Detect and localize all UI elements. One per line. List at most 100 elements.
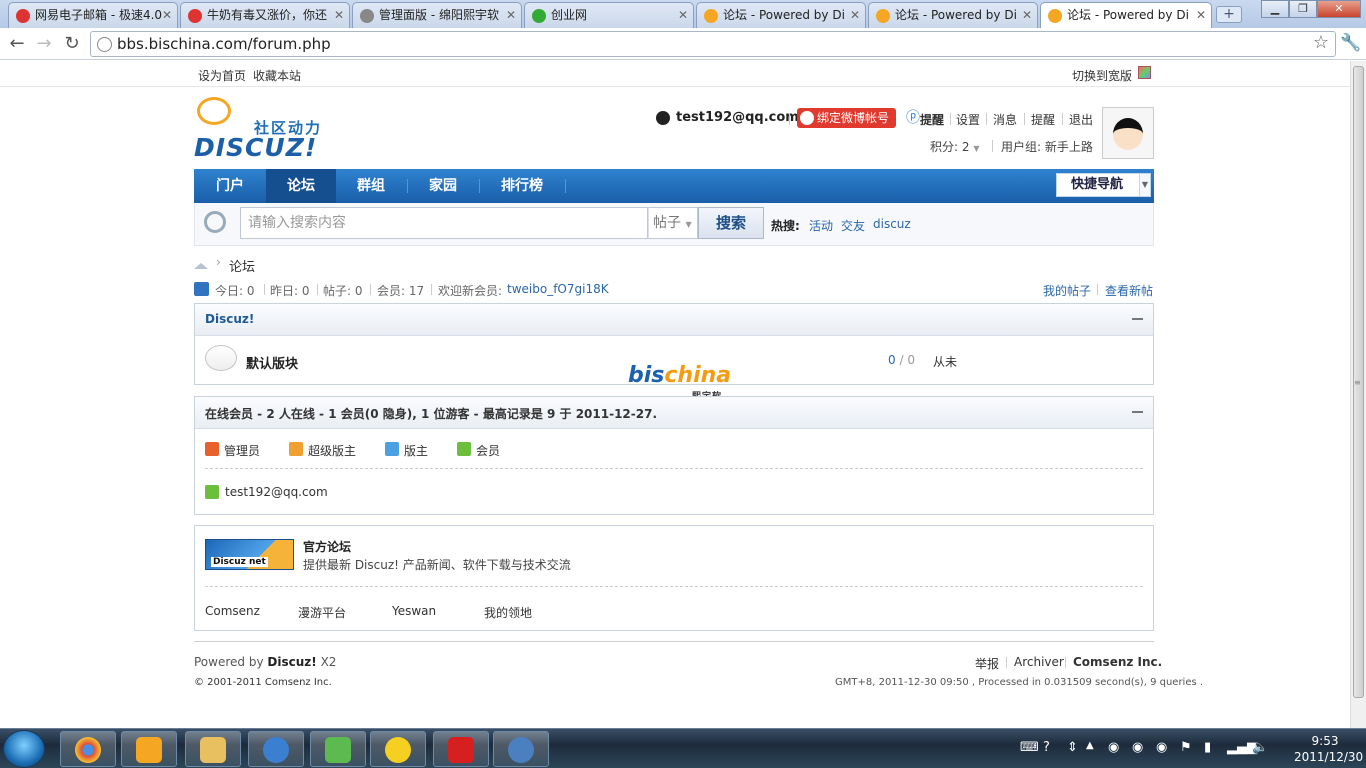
settings-link[interactable]: 设置 bbox=[956, 111, 980, 128]
search-input[interactable]: 请输入搜索内容 bbox=[240, 207, 648, 239]
qq-tray-icon[interactable]: ◉ bbox=[1132, 740, 1143, 755]
online-user-link[interactable]: test192@qq.com bbox=[225, 485, 328, 499]
user-group-link[interactable]: 用户组: 新手上路 bbox=[1001, 138, 1093, 155]
logout-link[interactable]: 退出 bbox=[1069, 111, 1093, 128]
help-icon[interactable]: ? bbox=[1043, 740, 1050, 755]
close-window-button[interactable]: ✕ bbox=[1317, 0, 1361, 18]
newest-member-link[interactable]: tweibo_fO7gi18K bbox=[507, 282, 609, 296]
tab-close-icon[interactable]: ✕ bbox=[162, 3, 172, 27]
site-logo[interactable]: 社区动力 DISCUZ! bbox=[194, 95, 334, 163]
new-tab-button[interactable]: + bbox=[1216, 6, 1242, 23]
tab-close-icon[interactable]: ✕ bbox=[678, 3, 688, 27]
keyboard-icon[interactable]: ⌨ bbox=[1020, 740, 1039, 755]
url-text[interactable]: bbs.bischina.com/forum.php bbox=[117, 35, 331, 53]
quick-nav-button[interactable]: 快捷导航 ▼ bbox=[1056, 173, 1151, 197]
bookmark-site-link[interactable]: 收藏本站 bbox=[253, 67, 301, 84]
taskbar-app[interactable] bbox=[248, 731, 304, 767]
report-link[interactable]: 举报 bbox=[975, 655, 999, 672]
maximize-button[interactable]: ❐ bbox=[1289, 0, 1317, 18]
browser-tab[interactable]: 网易电子邮箱 - 极速4.0 ✕ bbox=[8, 2, 178, 28]
friend-link[interactable]: Yeswan bbox=[392, 604, 436, 618]
hot-search-link[interactable]: 活动 bbox=[809, 217, 833, 234]
forward-button[interactable]: → bbox=[33, 33, 55, 55]
nav-forum[interactable]: 论坛 bbox=[266, 169, 336, 203]
browser-tab[interactable]: 论坛 - Powered by Di ✕ bbox=[696, 2, 866, 28]
set-home-link[interactable]: 设为首页 bbox=[198, 67, 246, 84]
tab-close-icon[interactable]: ✕ bbox=[1022, 3, 1032, 27]
my-posts-link[interactable]: 我的帖子 bbox=[1043, 282, 1091, 299]
powered-brand-link[interactable]: Discuz! bbox=[267, 655, 316, 669]
taskbar-app[interactable] bbox=[433, 731, 489, 767]
new-posts-link[interactable]: 查看新帖 bbox=[1105, 282, 1153, 299]
tab-close-icon[interactable]: ✕ bbox=[506, 3, 516, 27]
forum-board-link[interactable]: 默认版块 bbox=[246, 353, 298, 372]
official-forum-link[interactable]: 官方论坛 bbox=[303, 538, 351, 555]
show-hidden-icons-button[interactable]: ▲ bbox=[1086, 740, 1094, 751]
nav-portal[interactable]: 门户 bbox=[194, 169, 266, 203]
tab-close-icon[interactable]: ✕ bbox=[850, 3, 860, 27]
hot-search-link[interactable]: 交友 bbox=[841, 217, 865, 234]
search-type-select[interactable]: 帖子 ▼ bbox=[648, 207, 698, 239]
forum-category-title[interactable]: Discuz! bbox=[205, 312, 254, 326]
discuz-icon bbox=[876, 9, 890, 23]
messages-link[interactable]: 消息 bbox=[993, 111, 1017, 128]
tab-close-icon[interactable]: ✕ bbox=[1196, 3, 1206, 27]
online-members-title[interactable]: 在线会员 - 2 人在线 - 1 会员(0 隐身), 1 位游客 - 最高记录是… bbox=[205, 405, 657, 422]
tab-close-icon[interactable]: ✕ bbox=[334, 3, 344, 27]
taskbar-app[interactable] bbox=[60, 731, 116, 767]
chevron-down-icon[interactable]: ▼ bbox=[1139, 173, 1151, 197]
system-clock[interactable]: 9:53 2011/12/30 bbox=[1294, 733, 1363, 765]
nav-ranking[interactable]: 排行榜 bbox=[480, 169, 564, 203]
friend-link[interactable]: 我的领地 bbox=[484, 604, 532, 621]
start-button[interactable] bbox=[3, 730, 45, 768]
comsenz-link[interactable]: Comsenz Inc. bbox=[1073, 655, 1162, 669]
wide-layout-icon[interactable] bbox=[1138, 66, 1151, 79]
taskbar-app[interactable] bbox=[310, 731, 366, 767]
bind-weibo-button[interactable]: 绑定微博帐号 bbox=[797, 108, 896, 128]
nav-groups[interactable]: 群组 bbox=[336, 169, 406, 203]
qq-tray-icon[interactable]: ◉ bbox=[1156, 740, 1167, 755]
hot-search-link[interactable]: discuz bbox=[873, 217, 911, 231]
reminder-link[interactable]: 提醒 bbox=[920, 111, 944, 128]
vertical-scrollbar[interactable]: ≡ bbox=[1350, 61, 1366, 728]
archiver-link[interactable]: Archiver bbox=[1014, 655, 1064, 669]
collapse-icon[interactable] bbox=[1132, 318, 1143, 320]
search-button[interactable]: 搜索 bbox=[698, 207, 764, 239]
friend-link[interactable]: Comsenz bbox=[205, 604, 260, 618]
action-center-flag-icon[interactable]: ⚑ bbox=[1180, 740, 1192, 755]
volume-icon[interactable]: 🔈 bbox=[1252, 740, 1268, 755]
minimize-button[interactable]: ▁ bbox=[1261, 0, 1289, 18]
tray-icon[interactable]: ⇕ bbox=[1067, 740, 1078, 755]
wrench-icon[interactable]: 🔧 bbox=[1340, 33, 1361, 53]
friend-link[interactable]: 漫游平台 bbox=[298, 604, 346, 621]
home-icon[interactable] bbox=[194, 257, 208, 269]
back-button[interactable]: ← bbox=[6, 33, 28, 55]
browser-tab[interactable]: 牛奶有毒又涨价，你还 ✕ bbox=[180, 2, 350, 28]
address-bar[interactable]: bbs.bischina.com/forum.php ☆ bbox=[90, 31, 1336, 57]
online-members-box: 在线会员 - 2 人在线 - 1 会员(0 隐身), 1 位游客 - 最高记录是… bbox=[194, 396, 1154, 515]
reload-button[interactable]: ↻ bbox=[61, 33, 83, 55]
bookmark-star-icon[interactable]: ☆ bbox=[1313, 32, 1329, 53]
taskbar-app[interactable] bbox=[493, 731, 549, 767]
switch-wide-link[interactable]: 切换到宽版 bbox=[1072, 67, 1132, 84]
usb-device-icon[interactable]: ▮ bbox=[1204, 740, 1211, 755]
taskbar-app[interactable] bbox=[185, 731, 241, 767]
nav-home[interactable]: 家园 bbox=[408, 169, 478, 203]
taskbar-app[interactable] bbox=[121, 731, 177, 767]
browser-tab[interactable]: 论坛 - Powered by Di ✕ bbox=[868, 2, 1038, 28]
discuz-icon bbox=[704, 9, 718, 23]
discuz-net-logo[interactable]: Discuz net bbox=[205, 539, 294, 570]
notify-link[interactable]: 提醒 bbox=[1031, 111, 1055, 128]
browser-tab[interactable]: 创业网 ✕ bbox=[524, 2, 694, 28]
browser-tab[interactable]: 管理面版 - 绵阳熙宇软 ✕ bbox=[352, 2, 522, 28]
browser-tab-active[interactable]: 论坛 - Powered by Di ✕ bbox=[1040, 2, 1212, 29]
breadcrumb-current[interactable]: 论坛 bbox=[229, 256, 255, 275]
tab-title: 网易电子邮箱 - 极速4.0 bbox=[35, 8, 163, 22]
username-link[interactable]: test192@qq.com bbox=[676, 110, 799, 125]
taskbar-app[interactable] bbox=[370, 731, 426, 767]
avatar[interactable] bbox=[1102, 107, 1154, 159]
collapse-icon[interactable] bbox=[1132, 411, 1143, 413]
qq-tray-icon[interactable]: ◉ bbox=[1108, 740, 1119, 755]
explorer-icon bbox=[200, 737, 226, 763]
credit-score-dropdown[interactable]: 积分: 2 ▼ bbox=[930, 138, 979, 155]
